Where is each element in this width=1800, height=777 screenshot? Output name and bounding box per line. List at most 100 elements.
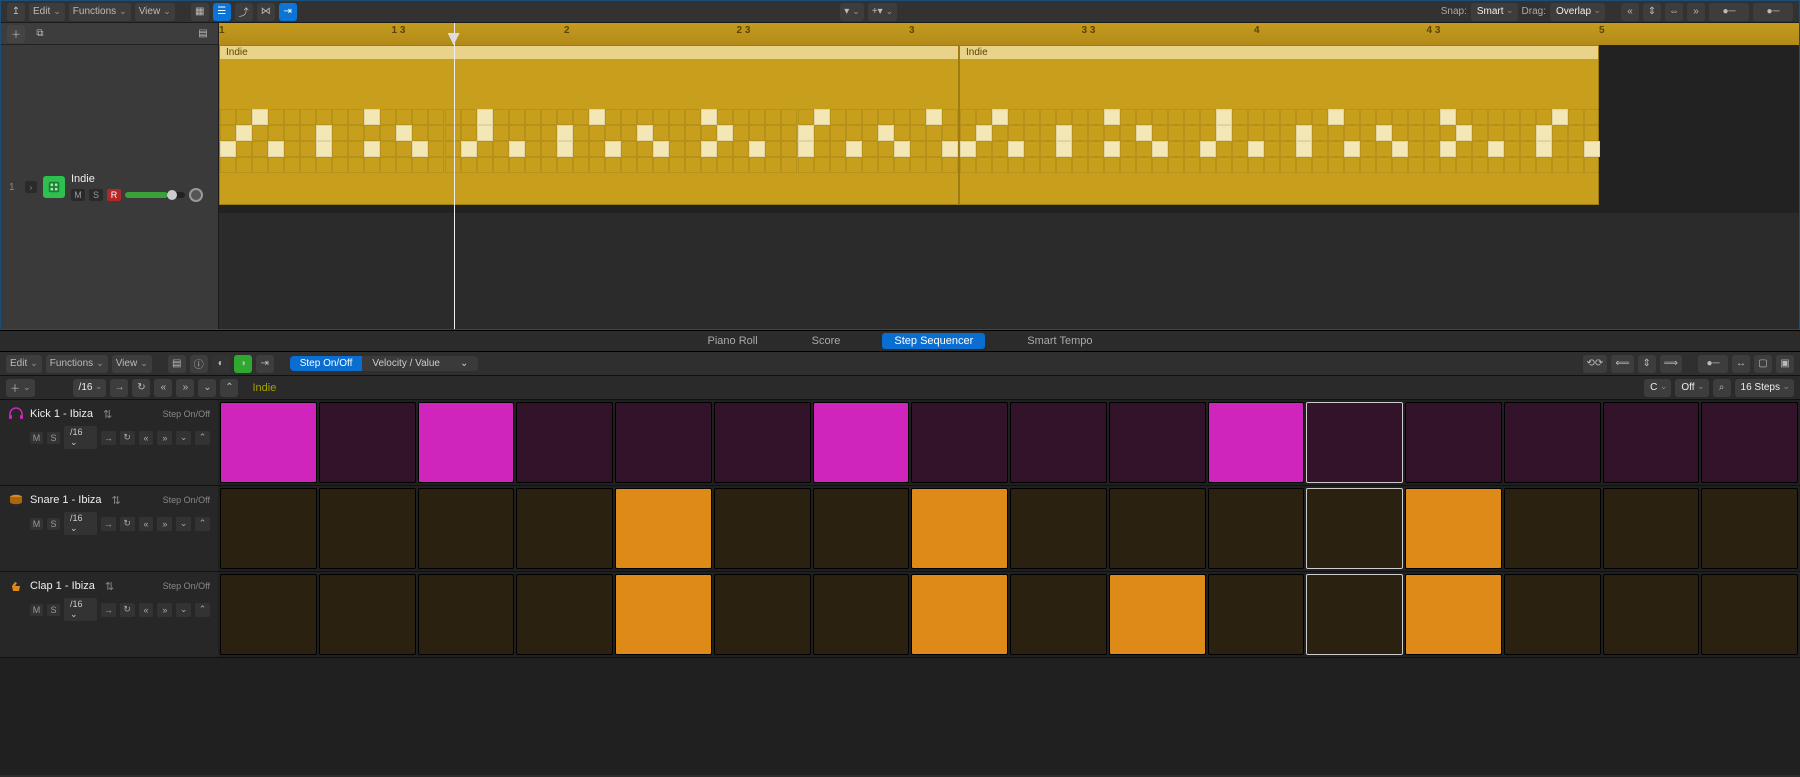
step-kick-4[interactable] [516,402,613,483]
row-mute-button[interactable]: M [30,604,43,616]
search-icon[interactable]: ⌕ [1713,379,1731,397]
row-expand-icon[interactable]: ⌄ [176,431,191,445]
loop-icon[interactable]: ↻ [132,379,150,397]
track-expand-icon[interactable]: › [25,181,37,193]
row-collapse-icon[interactable]: ⌃ [220,379,238,397]
seq-tool-4[interactable]: ⟹ [1660,355,1682,373]
global-division-select[interactable]: /16 [73,379,107,397]
step-clap-3[interactable] [418,574,515,655]
step-kick-7[interactable] [813,402,910,483]
mode-velocity[interactable]: Velocity / Value [362,356,450,371]
step-snare-13[interactable] [1405,488,1502,569]
step-clap-12[interactable] [1306,574,1403,655]
step-snare-8[interactable] [911,488,1008,569]
row-nudge-r-icon[interactable]: » [157,431,172,445]
step-clap-6[interactable] [714,574,811,655]
row-loop-icon[interactable]: ↻ [120,603,135,617]
list-icon[interactable]: ☰ [213,3,231,21]
arrange-canvas[interactable]: 11 322 333 344 35 IndieIndie [219,23,1799,329]
step-kick-5[interactable] [615,402,712,483]
pointer-tool[interactable]: ▾ [840,3,864,21]
region-lane[interactable]: IndieIndie [219,45,1799,213]
grid-icon[interactable]: ▦ [191,3,209,21]
row-collapse-icon[interactable]: ⌃ [195,431,210,445]
step-snare-10[interactable] [1109,488,1206,569]
preview-on-icon[interactable]: ◑ [234,355,252,373]
region[interactable]: Indie [219,45,959,205]
row-nudge-r-icon[interactable]: » [157,603,172,617]
seq-row-header-snare[interactable]: Snare 1 - Ibiza⇅Step On/OffMS/16 ⌄→↻«»⌄⌃ [0,486,218,572]
step-kick-2[interactable] [319,402,416,483]
pencil-tool[interactable]: +▾ [868,3,897,21]
row-division[interactable]: /16 ⌄ [64,598,97,621]
step-clap-8[interactable] [911,574,1008,655]
step-snare-6[interactable] [714,488,811,569]
region[interactable]: Indie [959,45,1599,205]
library-icon[interactable]: ▤ [168,355,186,373]
view-menu[interactable]: View [135,3,175,21]
chevron-updown-icon[interactable]: ⇅ [112,494,121,507]
seq-tool-3[interactable]: ⇕ [1638,355,1656,373]
step-clap-11[interactable] [1208,574,1305,655]
track-header[interactable]: 1 › Indie M S R [1,45,218,329]
step-kick-11[interactable] [1208,402,1305,483]
catch-icon[interactable]: ⇥ [256,355,274,373]
step-kick-8[interactable] [911,402,1008,483]
step-snare-14[interactable] [1504,488,1601,569]
step-kick-3[interactable] [418,402,515,483]
chevron-updown-icon[interactable]: ⇅ [103,408,112,421]
nudge-r-icon[interactable]: » [176,379,194,397]
pan-knob[interactable] [189,188,203,202]
zoom-h-icon[interactable]: ↔ [1732,355,1750,373]
step-snare-3[interactable] [418,488,515,569]
step-kick-6[interactable] [714,402,811,483]
seq-tool-1[interactable]: ⟲⟳ [1583,355,1608,373]
step-clap-15[interactable] [1603,574,1700,655]
tab-piano-roll[interactable]: Piano Roll [696,333,770,349]
step-snare-2[interactable] [319,488,416,569]
playhead[interactable] [454,23,455,329]
mode-step-onoff[interactable]: Step On/Off [290,356,363,371]
catch-playhead-icon[interactable]: ⇥ [279,3,297,21]
row-mute-button[interactable]: M [30,432,43,444]
row-loop-icon[interactable]: ↻ [120,517,135,531]
layout-2-icon[interactable]: ▣ [1776,355,1794,373]
layout-1-icon[interactable]: ▢ [1754,355,1772,373]
row-nudge-l-icon[interactable]: « [139,431,154,445]
step-snare-16[interactable] [1701,488,1798,569]
zoom-v-slider[interactable]: ●─ [1753,3,1793,21]
row-expand-icon[interactable]: ⌄ [176,603,191,617]
step-clap-9[interactable] [1010,574,1107,655]
row-expand-icon[interactable]: ⌄ [198,379,216,397]
step-snare-5[interactable] [615,488,712,569]
row-division[interactable]: /16 ⌄ [64,512,97,535]
row-nudge-l-icon[interactable]: « [139,603,154,617]
step-kick-15[interactable] [1603,402,1700,483]
tab-smart-tempo[interactable]: Smart Tempo [1015,333,1104,349]
add-track-button[interactable]: ＋ [7,25,25,43]
key-select[interactable]: C [1644,379,1671,397]
seq-row-header-clap[interactable]: Clap 1 - Ibiza⇅Step On/OffMS/16 ⌄→↻«»⌄⌃ [0,572,218,658]
tab-step-sequencer[interactable]: Step Sequencer [882,333,985,349]
drag-select[interactable]: Overlap [1550,3,1605,21]
nav-up-icon[interactable]: ↥ [7,3,25,21]
step-kick-16[interactable] [1701,402,1798,483]
step-clap-16[interactable] [1701,574,1798,655]
step-snare-9[interactable] [1010,488,1107,569]
row-direction-icon[interactable]: → [101,431,116,445]
step-clap-14[interactable] [1504,574,1601,655]
edit-mode-selector[interactable]: Step On/Off Velocity / Value ⌄ [290,356,479,371]
mode-more-icon[interactable]: ⌄ [450,356,478,371]
nudge-l-icon[interactable]: « [154,379,172,397]
step-clap-13[interactable] [1405,574,1502,655]
zoom-fit-icon[interactable]: ⇔ [1665,3,1683,21]
step-clap-4[interactable] [516,574,613,655]
row-solo-button[interactable]: S [47,604,60,616]
seq-edit-menu[interactable]: Edit [6,355,42,373]
flex-icon[interactable]: ⋈ [257,3,275,21]
step-snare-12[interactable] [1306,488,1403,569]
chevron-updown-icon[interactable]: ⇅ [105,580,114,593]
step-clap-2[interactable] [319,574,416,655]
edit-menu[interactable]: Edit [29,3,65,21]
row-solo-button[interactable]: S [47,432,60,444]
